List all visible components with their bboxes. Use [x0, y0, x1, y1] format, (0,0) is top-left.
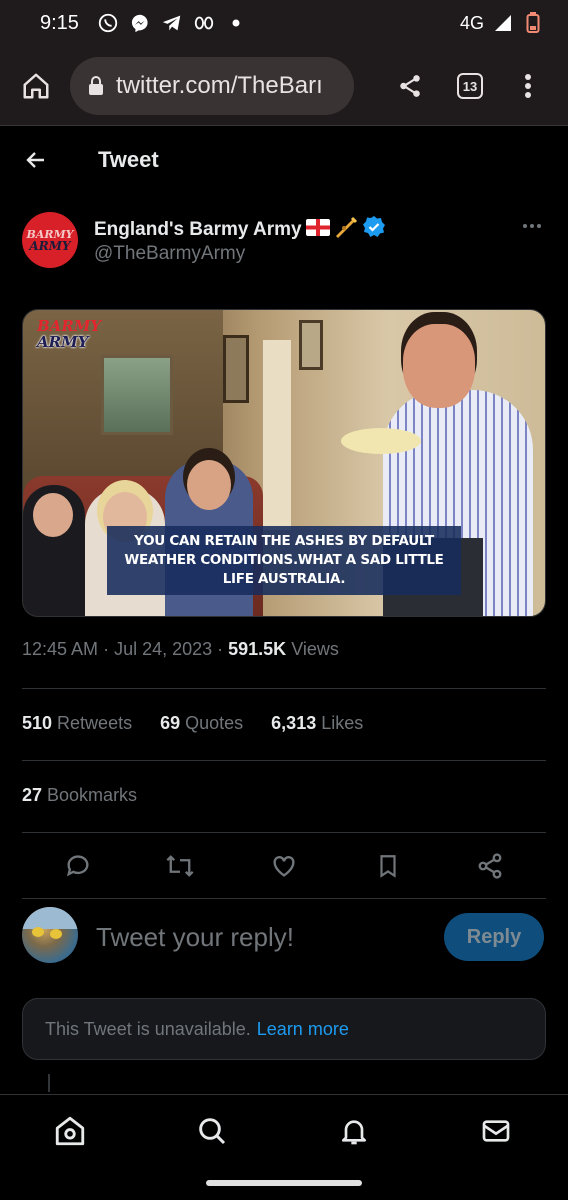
tweet-stats: 510 Retweets 69 Quotes 6,313 Likes	[22, 713, 363, 734]
abc-icon	[193, 12, 215, 34]
unavailable-tweet-card: This Tweet is unavailable. Learn more	[22, 998, 546, 1060]
url-bar[interactable]: twitter.com/TheBarı	[70, 56, 354, 115]
bottom-navigation	[0, 1094, 568, 1166]
author-name: England's Barmy Army	[94, 219, 302, 240]
tweet-actions	[22, 840, 546, 890]
divider	[22, 898, 546, 899]
signal-icon	[492, 12, 514, 34]
media-caption: YOU CAN RETAIN THE ASHES BY DEFAULT WEAT…	[107, 526, 461, 595]
home-indicator[interactable]	[206, 1180, 362, 1186]
status-bar: 9:15 4G	[0, 0, 568, 46]
england-flag-icon	[305, 218, 330, 242]
tab-switcher-button[interactable]: 13	[448, 64, 492, 108]
unavailable-text: This Tweet is unavailable.	[45, 1018, 251, 1039]
bookmarks-stat[interactable]: 27 Bookmarks	[22, 785, 137, 806]
author-handle[interactable]: @TheBarmyArmy	[94, 243, 245, 265]
learn-more-link[interactable]: Learn more	[257, 1019, 349, 1040]
share-icon[interactable]	[470, 846, 510, 886]
reply-composer: Tweet your reply! Reply	[22, 900, 546, 976]
divider	[22, 832, 546, 833]
lock-icon	[88, 75, 104, 96]
telegram-icon	[161, 12, 183, 34]
door	[263, 340, 291, 530]
browser-toolbar: twitter.com/TheBarı 13	[0, 46, 568, 126]
retweets-stat[interactable]: 510 Retweets	[22, 713, 132, 734]
thread-line	[48, 1074, 50, 1092]
views-label: Views	[286, 639, 339, 659]
quotes-stat[interactable]: 69 Quotes	[160, 713, 243, 734]
dot-icon	[225, 12, 247, 34]
like-heart-icon[interactable]	[264, 846, 304, 886]
window	[101, 355, 173, 435]
whatsapp-icon	[97, 12, 119, 34]
reply-icon[interactable]	[58, 846, 98, 886]
messenger-icon	[129, 12, 151, 34]
reply-input[interactable]: Tweet your reply!	[96, 922, 294, 953]
divider	[22, 760, 546, 761]
trumpet-icon	[334, 216, 358, 244]
plate	[341, 428, 421, 454]
tweet-meta: 12:45 AM · Jul 24, 2023 · 591.5K Views	[22, 639, 339, 659]
notifications-bell-icon[interactable]	[332, 1109, 376, 1153]
reply-button[interactable]: Reply	[444, 913, 544, 961]
back-arrow-icon[interactable]	[16, 140, 56, 180]
avatar-logo-line1: BARMY	[26, 227, 74, 241]
share-icon[interactable]	[388, 64, 432, 108]
retweet-icon[interactable]	[160, 846, 200, 886]
tweet-media-image[interactable]: BARMY ARMY YOU CAN RETAIN THE ASHES BY D…	[22, 309, 546, 617]
person-seated	[23, 485, 85, 616]
battery-low-icon	[522, 12, 544, 34]
wall-picture	[223, 335, 249, 403]
wall-picture	[299, 320, 323, 370]
page-title: Tweet	[98, 147, 159, 172]
more-vert-icon[interactable]	[506, 64, 550, 108]
gesture-bar	[0, 1166, 568, 1200]
tweet-date[interactable]: Jul 24, 2023	[114, 639, 212, 659]
user-avatar[interactable]	[22, 907, 78, 963]
avatar-logo-line2: ARMY	[29, 238, 71, 253]
bookmark-icon[interactable]	[368, 846, 408, 886]
author-name-row[interactable]: England's Barmy Army	[94, 215, 386, 245]
tweet-author: BARMY ARMY England's Barmy Army @TheBarm…	[22, 208, 546, 272]
network-type: 4G	[459, 12, 484, 33]
barmy-army-watermark: BARMY ARMY	[37, 317, 102, 351]
home-icon[interactable]	[14, 64, 58, 108]
views-count: 591.5K	[228, 639, 287, 659]
tweet-time[interactable]: 12:45 AM	[22, 639, 98, 659]
tab-count: 13	[457, 73, 483, 99]
likes-stat[interactable]: 6,313 Likes	[271, 713, 363, 734]
status-time: 9:15	[40, 11, 79, 34]
home-icon[interactable]	[48, 1109, 92, 1153]
url-text: twitter.com/TheBarı	[116, 71, 323, 99]
search-icon[interactable]	[190, 1109, 234, 1153]
author-avatar[interactable]: BARMY ARMY	[22, 212, 78, 268]
verified-badge-icon	[362, 215, 386, 245]
messages-mail-icon[interactable]	[474, 1109, 518, 1153]
divider	[22, 688, 546, 689]
tweet-header: Tweet	[0, 127, 568, 193]
more-horiz-icon[interactable]	[518, 214, 546, 238]
